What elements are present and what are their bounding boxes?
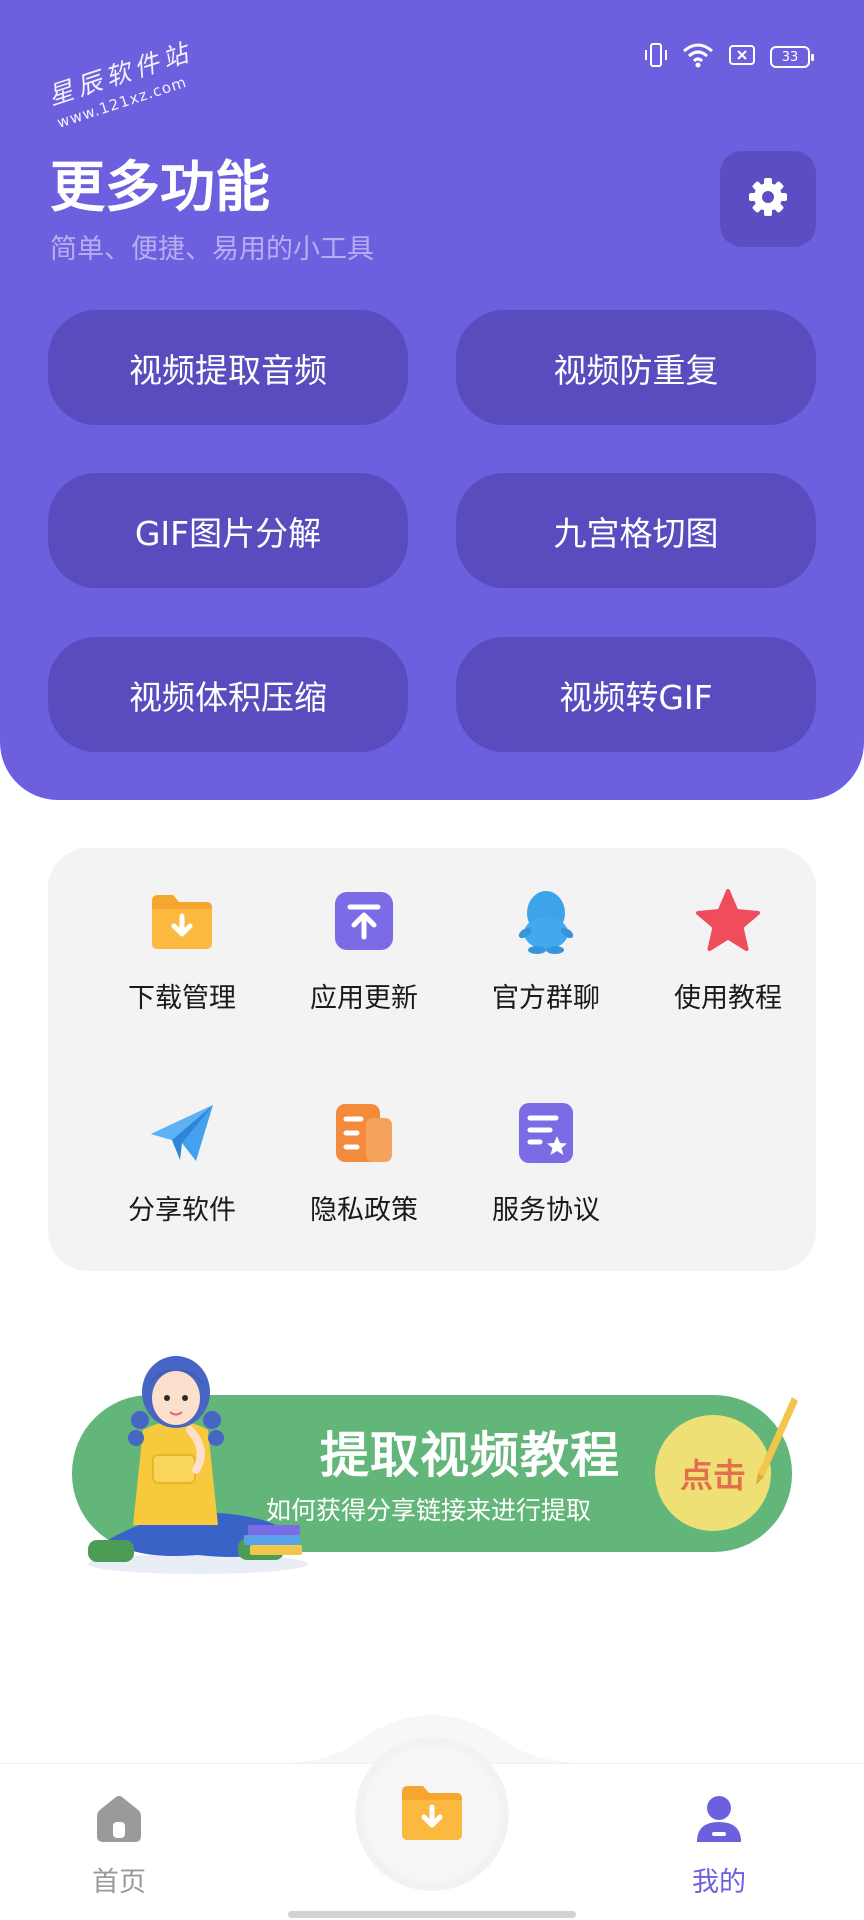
tools-card: 下载管理 应用更新 官方群聊 使用教程 分享软件 隐私政策 服务协议 <box>48 848 816 1271</box>
nav-home[interactable]: 首页 <box>92 1794 146 1899</box>
no-sim-icon <box>728 43 756 71</box>
home-indicator[interactable] <box>288 1911 576 1918</box>
tool-label: 使用教程 <box>674 983 782 1014</box>
download-fab[interactable] <box>355 1737 509 1891</box>
tool-service-agreement[interactable]: 服务协议 <box>454 1098 638 1248</box>
video-to-gif-button[interactable]: 视频转GIF <box>456 637 816 752</box>
tool-label: 官方群聊 <box>492 983 600 1014</box>
tool-tutorial[interactable]: 使用教程 <box>636 886 820 1036</box>
paper-plane-icon <box>147 1098 217 1168</box>
nav-home-label: 首页 <box>92 1867 146 1898</box>
girl-illustration <box>88 1356 308 1574</box>
qq-penguin-icon <box>511 886 581 956</box>
tool-privacy-policy[interactable]: 隐私政策 <box>272 1098 456 1248</box>
anti-duplicate-button[interactable]: 视频防重复 <box>456 310 816 425</box>
tool-download-manager[interactable]: 下载管理 <box>90 886 274 1036</box>
user-icon <box>694 1794 744 1848</box>
tool-label: 隐私政策 <box>310 1195 418 1226</box>
nine-grid-button[interactable]: 九宫格切图 <box>456 473 816 588</box>
settings-button[interactable] <box>720 151 816 247</box>
pencil-icon <box>756 1397 798 1485</box>
nav-mine[interactable]: 我的 <box>692 1794 746 1899</box>
battery-icon: 33 <box>770 46 814 68</box>
status-bar: 33 <box>644 42 814 72</box>
tool-app-update[interactable]: 应用更新 <box>272 886 456 1036</box>
tool-share-app[interactable]: 分享软件 <box>90 1098 274 1248</box>
page-subtitle: 简单、便捷、易用的小工具 <box>50 234 374 265</box>
tool-label: 下载管理 <box>128 983 236 1014</box>
download-fab-inner <box>363 1745 501 1883</box>
tool-label: 应用更新 <box>310 983 418 1014</box>
banner-title: 提取视频教程 <box>320 1427 621 1484</box>
gif-decompose-button[interactable]: GIF图片分解 <box>48 473 408 588</box>
home-icon <box>93 1794 145 1848</box>
tool-label: 服务协议 <box>492 1195 600 1226</box>
tool-official-group[interactable]: 官方群聊 <box>454 886 638 1036</box>
document-icon <box>329 1098 399 1168</box>
upload-icon <box>329 886 399 956</box>
vibrate-icon <box>644 42 668 72</box>
battery-level: 33 <box>781 49 799 65</box>
page-title: 更多功能 <box>50 155 271 219</box>
wifi-icon <box>682 42 714 72</box>
agreement-icon <box>511 1098 581 1168</box>
download-folder-icon <box>399 1782 465 1846</box>
download-folder-icon <box>147 886 217 956</box>
nav-mine-label: 我的 <box>692 1867 746 1898</box>
star-icon <box>693 886 763 956</box>
gear-icon <box>746 175 790 223</box>
video-compress-button[interactable]: 视频体积压缩 <box>48 637 408 752</box>
extract-audio-button[interactable]: 视频提取音频 <box>48 310 408 425</box>
tool-label: 分享软件 <box>128 1195 236 1226</box>
